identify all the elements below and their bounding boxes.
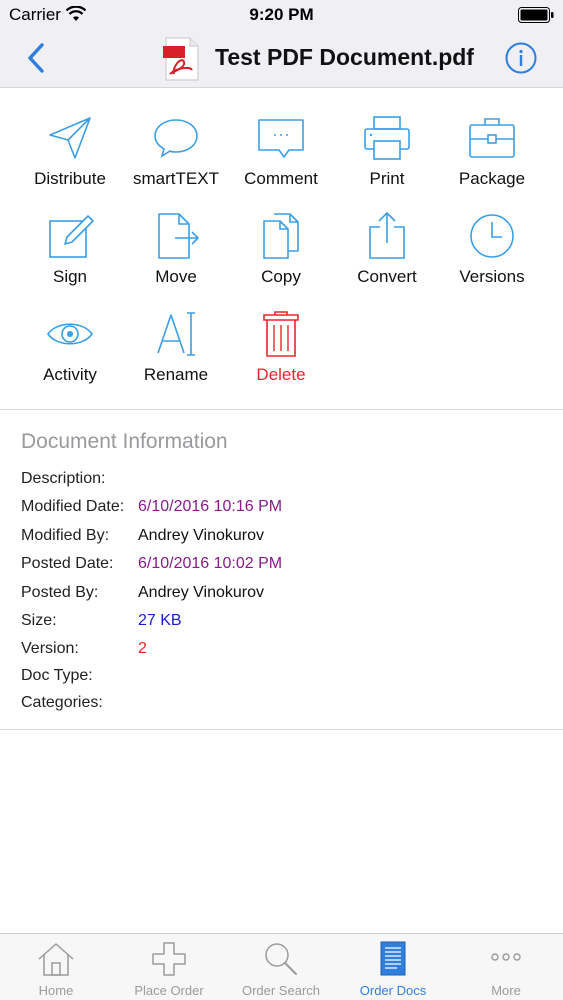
more-dots-icon — [491, 953, 521, 961]
share-upload-icon — [369, 212, 405, 259]
modified-date-value: 6/10/2016 10:16 PM — [138, 498, 283, 515]
section-divider — [0, 409, 563, 410]
section-divider — [0, 729, 563, 730]
pencil-square-icon — [49, 215, 94, 258]
posted-date-label: Posted Date: — [21, 555, 114, 572]
chevron-left-icon[interactable] — [22, 41, 52, 75]
plus-icon — [152, 942, 186, 976]
tab-more-label: More — [491, 983, 521, 998]
tab-home-label: Home — [38, 983, 74, 998]
document-list-icon — [380, 941, 406, 976]
posted-by-label: Posted By: — [21, 584, 99, 601]
house-icon — [38, 943, 74, 976]
documents-copy-icon — [263, 213, 299, 259]
convert-button[interactable]: Convert — [331, 211, 443, 303]
versions-label: Versions — [459, 267, 525, 286]
eye-icon — [47, 323, 93, 345]
comment-button[interactable]: Comment — [225, 113, 337, 205]
info-icon[interactable] — [505, 42, 537, 74]
document-arrow-icon — [158, 213, 199, 259]
magnifier-icon — [265, 943, 297, 975]
status-time: 9:20 PM — [249, 5, 314, 24]
modified-by-label: Modified By: — [21, 527, 110, 544]
package-label: Package — [458, 169, 526, 188]
version-label: Version: — [21, 640, 79, 657]
trash-icon — [263, 311, 299, 357]
navigation-bar: Test PDF Document.pdf — [0, 30, 563, 88]
section-heading: Document Information — [21, 430, 228, 453]
versions-button[interactable]: Versions — [436, 211, 548, 303]
document-actions-grid: Distribute smartTEXT Comment Print Packa… — [0, 88, 563, 410]
tab-place-order[interactable]: Place Order — [113, 934, 225, 1000]
tab-order-docs[interactable]: Order Docs — [337, 934, 449, 1000]
briefcase-icon — [469, 118, 515, 158]
sign-button[interactable]: Sign — [14, 211, 126, 303]
page-title: Test PDF Document.pdf — [215, 44, 474, 70]
smarttext-button[interactable]: smartTEXT — [120, 113, 232, 205]
modified-by-value: Andrey Vinokurov — [138, 527, 264, 544]
clock-icon — [470, 214, 514, 258]
speech-bubble-icon — [154, 119, 198, 158]
doc-type-label: Doc Type: — [21, 667, 93, 684]
status-bar: Carrier 9:20 PM — [0, 0, 563, 30]
battery-icon — [518, 7, 554, 23]
description-label: Description: — [21, 470, 106, 487]
tab-home[interactable]: Home — [0, 934, 112, 1000]
delete-button[interactable]: Delete — [225, 309, 337, 401]
modified-date-label: Modified Date: — [21, 498, 125, 515]
distribute-button[interactable]: Distribute — [14, 113, 126, 205]
size-value: 27 KB — [138, 612, 182, 629]
activity-button[interactable]: Activity — [14, 309, 126, 401]
delete-label: Delete — [256, 365, 306, 384]
tab-order-search[interactable]: Order Search — [225, 934, 337, 1000]
posted-by-value: Andrey Vinokurov — [138, 584, 264, 601]
paper-plane-icon — [49, 117, 91, 159]
print-button[interactable]: Print — [331, 113, 443, 205]
tab-place-order-label: Place Order — [134, 983, 204, 998]
printer-icon — [364, 116, 410, 160]
copy-button[interactable]: Copy — [225, 211, 337, 303]
move-button[interactable]: Move — [120, 211, 232, 303]
package-button[interactable]: Package — [436, 113, 548, 205]
categories-label: Categories: — [21, 694, 103, 711]
size-label: Size: — [21, 612, 57, 629]
rename-button[interactable]: Rename — [120, 309, 232, 401]
version-value: 2 — [138, 640, 147, 657]
tab-order-docs-label: Order Docs — [359, 983, 427, 998]
tab-bar: Home Place Order Order Search Order Docs… — [0, 933, 563, 1000]
comment-bubble-icon — [258, 119, 304, 158]
pdf-file-icon — [163, 37, 199, 81]
tab-order-search-label: Order Search — [241, 983, 321, 998]
tab-more[interactable]: More — [450, 934, 562, 1000]
posted-date-value: 6/10/2016 10:02 PM — [138, 555, 283, 572]
text-cursor-icon — [157, 312, 195, 356]
